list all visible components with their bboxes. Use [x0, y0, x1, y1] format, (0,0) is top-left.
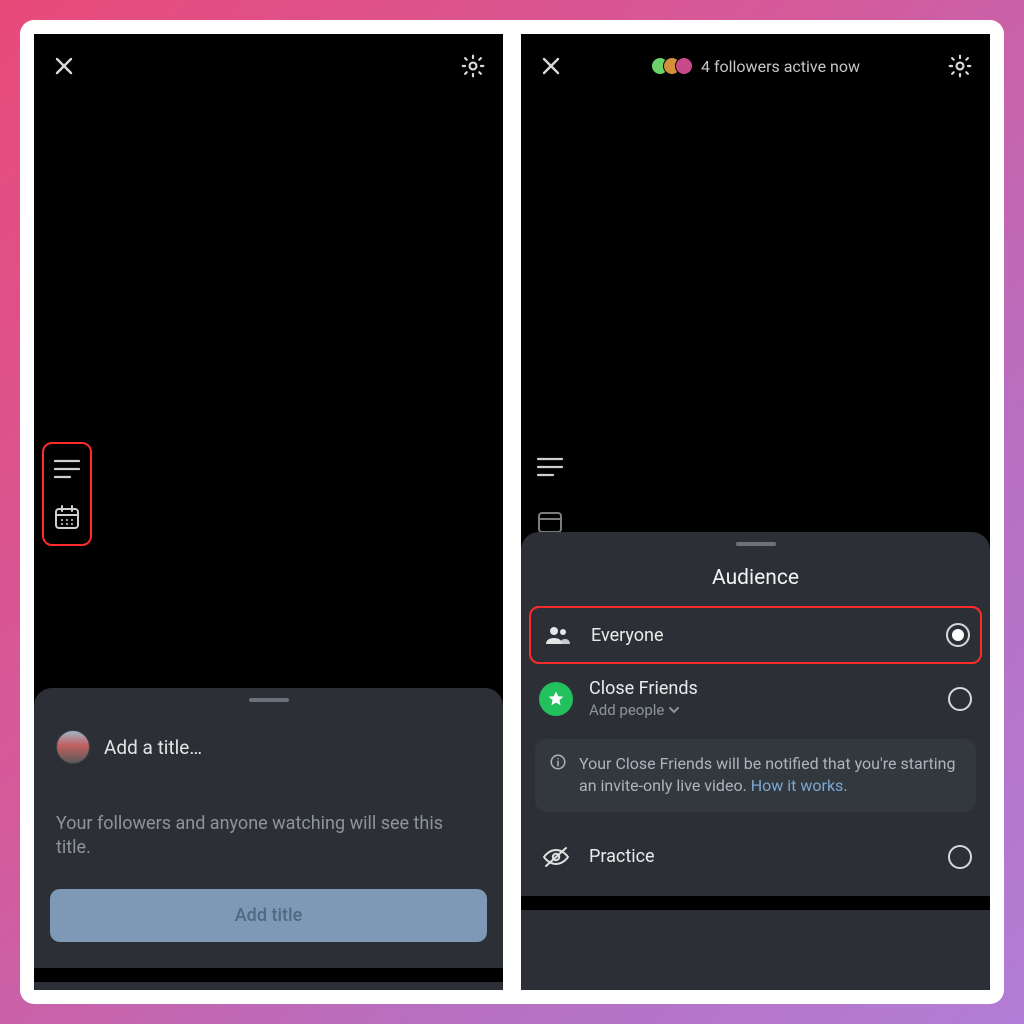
schedule-tool-button[interactable]: [52, 502, 82, 532]
radio-selected[interactable]: [946, 623, 970, 647]
topbar-left: [34, 34, 503, 98]
audience-option-label: Close Friends: [589, 678, 932, 699]
tutorial-frame: Add a title… Your followers and anyone w…: [20, 20, 1004, 1004]
bottom-strip: [521, 896, 990, 910]
settings-button[interactable]: [457, 50, 489, 82]
bottom-strip: [34, 968, 503, 982]
calendar-icon: [54, 504, 80, 530]
calendar-icon: [537, 508, 563, 534]
gear-icon: [460, 53, 486, 79]
topbar-right: 4 followers active now: [521, 34, 990, 98]
close-button[interactable]: [535, 50, 567, 82]
close-button[interactable]: [48, 50, 80, 82]
title-description: Your followers and anyone watching will …: [34, 772, 503, 871]
followers-status: 4 followers active now: [651, 57, 860, 76]
star-badge-icon: [539, 682, 573, 716]
info-icon: [549, 753, 567, 771]
audience-option-label: Everyone: [591, 625, 930, 646]
title-placeholder: Add a title…: [104, 736, 202, 759]
lines-icon: [537, 456, 563, 478]
how-it-works-link[interactable]: How it works: [751, 776, 844, 795]
side-tools-highlight: [42, 442, 92, 546]
chevron-down-icon: [668, 704, 680, 716]
audience-option-everyone[interactable]: Everyone: [529, 606, 982, 664]
eye-off-icon: [539, 840, 573, 874]
title-tool-button[interactable]: [52, 454, 82, 484]
settings-button[interactable]: [944, 50, 976, 82]
add-title-sheet: Add a title… Your followers and anyone w…: [34, 688, 503, 990]
close-friends-info: Your Close Friends will be notified that…: [535, 739, 976, 812]
audience-option-sub[interactable]: Add people: [589, 701, 932, 719]
follower-avatars: [651, 57, 693, 75]
side-tools: [535, 452, 565, 536]
user-avatar: [56, 730, 90, 764]
add-title-button[interactable]: Add title: [50, 889, 487, 942]
radio-unselected[interactable]: [948, 687, 972, 711]
people-icon: [541, 618, 575, 652]
close-icon: [539, 54, 563, 78]
audience-option-close-friends[interactable]: Close Friends Add people: [521, 664, 990, 733]
lines-icon: [54, 458, 80, 480]
close-icon: [52, 54, 76, 78]
audience-option-practice[interactable]: Practice: [521, 822, 990, 888]
audience-sheet: Audience Everyone Close Friends Add peop…: [521, 532, 990, 990]
phone-right: 4 followers active now Audience Everyone: [521, 34, 990, 990]
audience-heading: Audience: [521, 546, 990, 606]
followers-status-text: 4 followers active now: [701, 57, 860, 76]
title-tool-button[interactable]: [535, 452, 565, 482]
gear-icon: [947, 53, 973, 79]
audience-option-label: Practice: [589, 846, 932, 867]
phone-left: Add a title… Your followers and anyone w…: [34, 34, 503, 990]
radio-unselected[interactable]: [948, 845, 972, 869]
title-input-row[interactable]: Add a title…: [34, 702, 503, 772]
